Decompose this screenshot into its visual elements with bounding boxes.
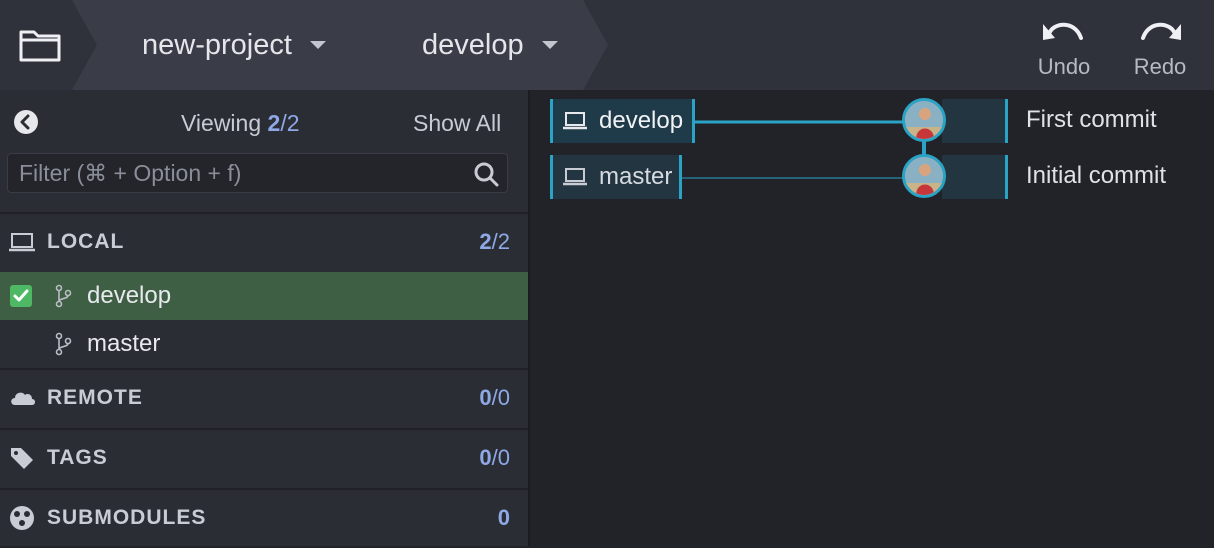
tags-total: /0 [491, 445, 510, 470]
section-local-count: 2/2 [479, 229, 510, 255]
section-submodules-title: SUBMODULES [47, 506, 207, 529]
commit-message[interactable]: First commit [1026, 106, 1157, 134]
commit-graph: develop First commit master Initial comm… [532, 90, 1214, 546]
ref-name: develop [599, 107, 684, 134]
commit-node-bg [942, 99, 1008, 143]
chevron-down-icon [309, 41, 326, 49]
redo-icon [1141, 22, 1181, 40]
remote-count: 0 [479, 385, 492, 410]
repo-name: new-project [142, 28, 292, 61]
section-tags-title: TAGS [47, 446, 108, 469]
branch-icon [55, 332, 72, 356]
viewing-row: Viewing 2/2 Show All [0, 90, 528, 152]
viewing-total: /2 [280, 110, 300, 136]
laptop-icon [9, 233, 35, 252]
local-total: /2 [491, 229, 510, 254]
branch-name: develop [422, 28, 524, 61]
section-local-title: LOCAL [47, 230, 125, 253]
repo-dropdown[interactable]: new-project [142, 0, 326, 90]
laptop-icon [563, 112, 587, 130]
chevron-down-icon [541, 41, 558, 49]
laptop-icon [563, 168, 587, 186]
avatar[interactable] [902, 98, 946, 142]
branch-dropdown[interactable]: develop [422, 0, 558, 90]
tags-count: 0 [479, 445, 492, 470]
section-remote-title: REMOTE [47, 386, 143, 409]
viewing-count: 2 [267, 110, 281, 136]
section-tags[interactable]: TAGS 0/0 [0, 428, 528, 488]
avatar[interactable] [902, 154, 946, 198]
branch-name: master [87, 330, 161, 357]
back-icon[interactable] [14, 110, 38, 134]
viewing-label: Viewing [181, 110, 262, 136]
tag-icon [11, 448, 33, 469]
commit-message[interactable]: Initial commit [1026, 162, 1166, 190]
toolbar: new-project develop Undo Redo [0, 0, 1214, 90]
commit-node-bg [942, 155, 1008, 199]
ref-name: master [599, 163, 673, 190]
section-local[interactable]: LOCAL 2/2 [0, 212, 528, 270]
folder-icon [19, 30, 61, 62]
filter-box [7, 153, 508, 193]
submodules-count: 0 [497, 505, 510, 530]
sidebar-branch-develop[interactable]: develop [0, 272, 528, 320]
undo-button[interactable]: Undo [1019, 0, 1109, 90]
section-submodules-count: 0 [498, 505, 510, 531]
remote-total: /0 [491, 385, 510, 410]
open-repo-button[interactable] [0, 0, 80, 90]
branch-icon [55, 284, 72, 308]
filter-input[interactable] [19, 154, 459, 192]
sidebar-branch-master[interactable]: master [0, 320, 528, 368]
local-count: 2 [479, 229, 492, 254]
redo-button[interactable]: Redo [1115, 0, 1205, 90]
show-all-button[interactable]: Show All [413, 110, 501, 137]
search-icon[interactable] [473, 161, 499, 187]
checkmark-icon [10, 285, 32, 307]
section-tags-count: 0/0 [479, 445, 510, 471]
undo-icon [1043, 22, 1083, 40]
sidebar: Viewing 2/2 Show All LOCAL 2/2 develop [0, 90, 530, 546]
viewing-status: Viewing 2/2 [181, 110, 300, 137]
section-remote[interactable]: REMOTE 0/0 [0, 368, 528, 428]
section-submodules[interactable]: SUBMODULES 0 [0, 488, 528, 548]
cloud-icon [11, 392, 35, 405]
branch-name: develop [87, 282, 172, 309]
redo-label: Redo [1133, 54, 1187, 79]
submodule-icon [10, 506, 34, 530]
ref-develop[interactable]: develop [550, 99, 695, 143]
ref-master[interactable]: master [550, 155, 682, 199]
section-remote-count: 0/0 [479, 385, 510, 411]
undo-label: Undo [1037, 54, 1091, 79]
